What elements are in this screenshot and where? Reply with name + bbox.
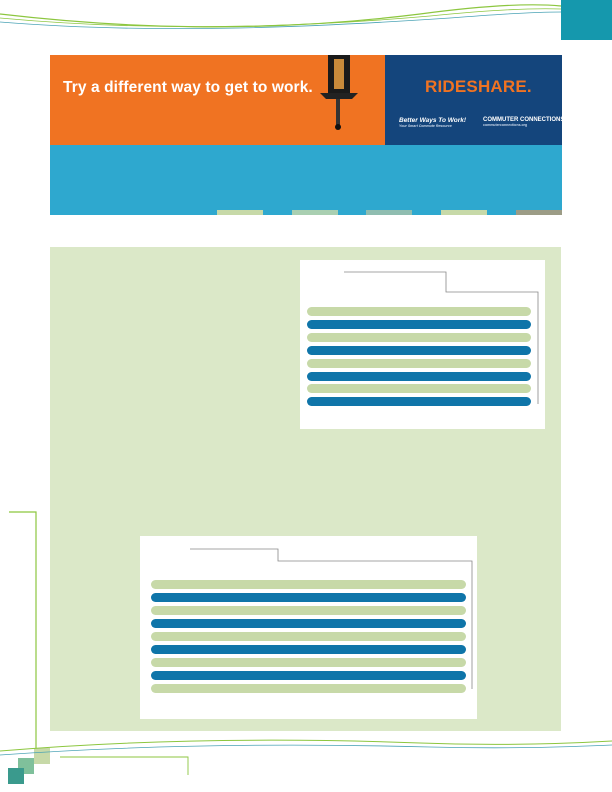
commuter-connections-logo: COMMUTER CONNECTIONS commuterconnections… (483, 117, 564, 127)
banner-blue-panel: RIDESHARE. Better Ways To Work! Your Sma… (385, 55, 564, 145)
table-row (307, 307, 531, 316)
banner-tagline: Try a different way to get to work. (63, 79, 313, 96)
better-ways-logo: Better Ways To Work! Your Smart Commute … (399, 117, 466, 128)
tab-block (217, 210, 263, 215)
banner-headline: RIDESHARE. (425, 77, 532, 96)
header-swoosh-decoration (0, 4, 562, 30)
table-row (151, 606, 466, 615)
table-row (151, 619, 466, 628)
table-row (151, 593, 466, 602)
tab-block (441, 210, 487, 215)
table-card-b (140, 536, 477, 719)
table-row (151, 580, 466, 589)
table-row (151, 684, 466, 693)
tab-block (366, 210, 412, 215)
better-ways-logo-sub: Your Smart Commute Resource (399, 124, 452, 128)
person-illustration (320, 55, 358, 130)
corner-tab (561, 0, 612, 40)
table-row (151, 645, 466, 654)
tab-block (516, 210, 562, 215)
commuter-connections-logo-sub: commuterconnections.org (483, 123, 528, 127)
rideshare-banner: Try a different way to get to work. RIDE… (50, 55, 564, 215)
table-row (307, 319, 531, 329)
table-row (307, 384, 531, 394)
table-card-a (300, 260, 545, 429)
table-row (151, 658, 466, 667)
better-ways-logo-text: Better Ways To Work! (399, 117, 467, 124)
banner-orange-panel: Try a different way to get to work. (50, 55, 385, 145)
left-margin-line (9, 511, 37, 748)
table-row (151, 671, 466, 680)
tab-block (292, 210, 338, 215)
table-row (307, 358, 531, 368)
table-row (307, 332, 531, 342)
footer-swoosh-decoration (0, 739, 612, 775)
table-row (307, 397, 531, 407)
table-row (151, 632, 466, 641)
table-row (307, 371, 531, 381)
table-row (307, 345, 531, 355)
